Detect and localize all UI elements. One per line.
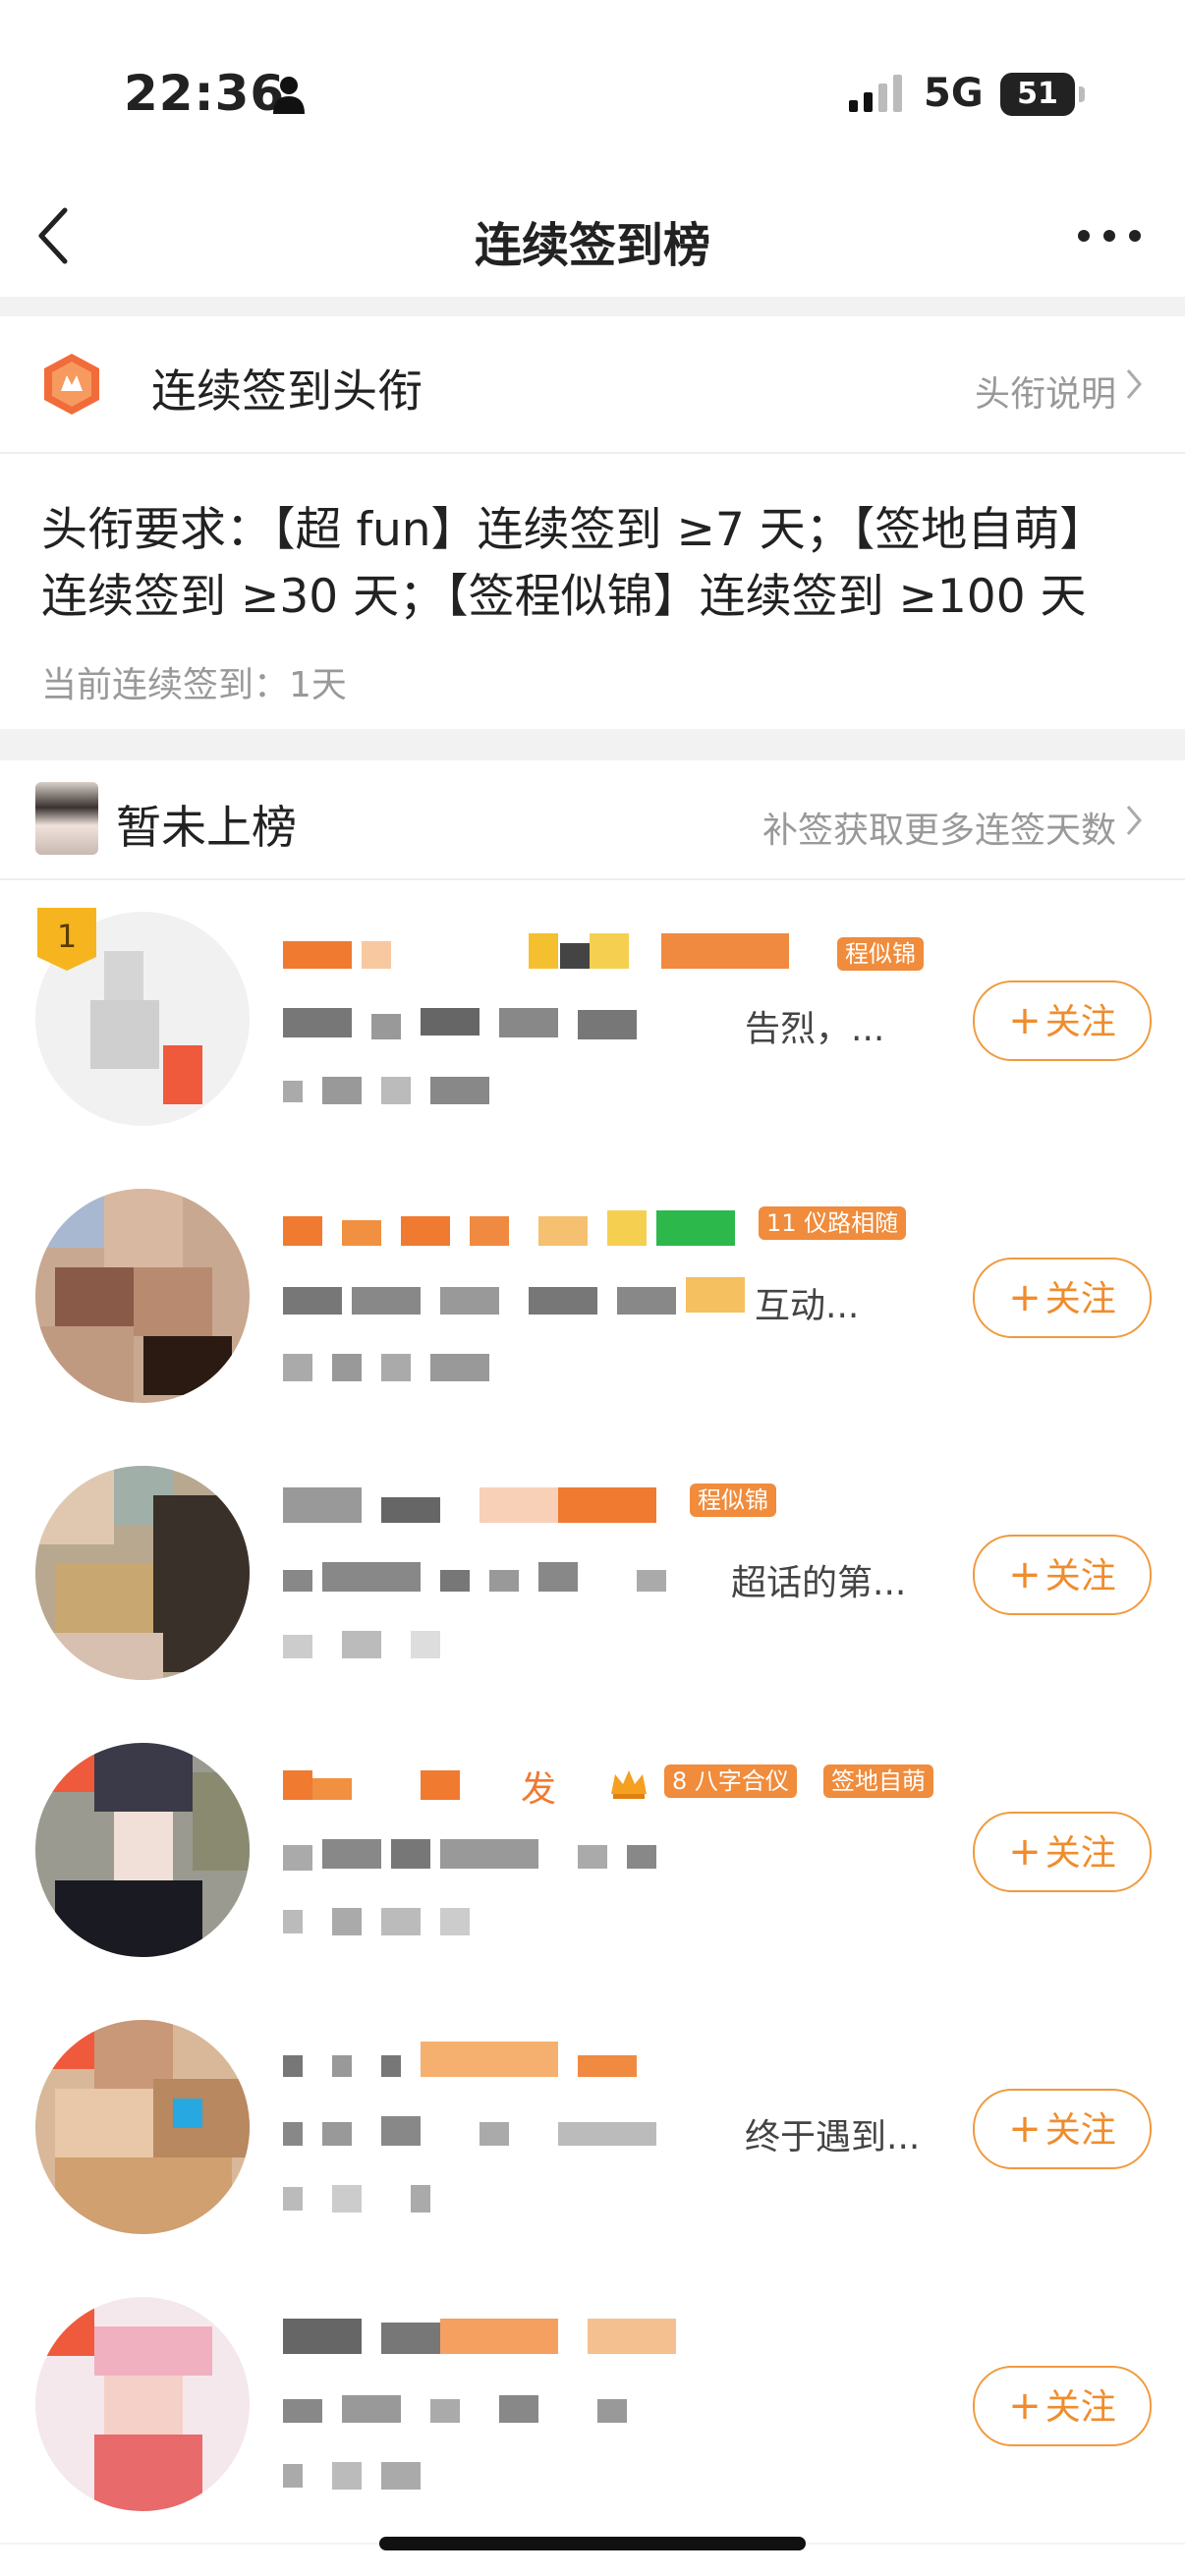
status-time: 22:36 — [124, 65, 286, 122]
user-name-blurred — [283, 1487, 922, 1527]
follow-button[interactable]: + 关注 — [973, 980, 1152, 1061]
network-label: 5G — [924, 71, 984, 116]
follow-button[interactable]: + 关注 — [973, 1258, 1152, 1338]
follow-button[interactable]: + 关注 — [973, 1535, 1152, 1615]
list-item[interactable]: 程似锦 超话的第... + 关注 — [0, 1434, 1185, 1713]
svg-text:1: 1 — [57, 918, 77, 955]
user-meta — [283, 2179, 578, 2218]
title-tag: 签地自萌 — [823, 1764, 933, 1798]
user-meta — [283, 2456, 578, 2495]
requirement-line-1: 头衔要求：【超 fun】连续签到 ≥7 天；【签地自萌】 — [41, 503, 1106, 557]
divider — [0, 297, 1185, 316]
divider — [0, 729, 1185, 760]
badge-icon — [44, 354, 99, 415]
follow-button[interactable]: + 关注 — [973, 2089, 1152, 2169]
battery-cap — [1079, 86, 1085, 102]
avatar — [35, 2020, 250, 2234]
battery-icon: 51 — [1000, 73, 1075, 116]
title-tag: 程似锦 — [690, 1484, 776, 1517]
follow-button[interactable]: + 关注 — [973, 2366, 1152, 2446]
chevron-right-icon — [1126, 369, 1142, 399]
title-tag: 程似锦 — [837, 937, 924, 971]
home-indicator[interactable] — [379, 2537, 806, 2550]
requirement-line-2: 连续签到 ≥30 天；【签程似锦】连续签到 ≥100 天 — [41, 570, 1087, 624]
user-desc — [283, 2385, 951, 2429]
avatar — [35, 1743, 250, 1957]
title-explain-link[interactable]: 头衔说明 — [975, 365, 1116, 417]
status-bar: 22:36 5G 51 — [0, 0, 1185, 177]
user-desc: 告烈，... — [283, 1000, 951, 1049]
crown-icon — [611, 1770, 647, 1799]
user-meta — [283, 1071, 578, 1110]
user-name-blurred — [283, 933, 922, 973]
level-tag: 11 仪路相随 — [759, 1206, 907, 1240]
signal-icon — [849, 75, 902, 112]
current-streak: 当前连续签到：1天 — [41, 665, 347, 705]
list-item[interactable]: 终于遇到... + 关注 — [0, 1988, 1185, 2268]
level-tag: 8 八字合仪 — [664, 1764, 797, 1798]
user-name-blurred — [283, 2319, 922, 2358]
section-title: 连续签到头衔 — [151, 364, 423, 418]
page-title: 连续签到榜 — [474, 218, 710, 273]
list-item[interactable]: 11 仪路相随 互动... + 关注 — [0, 1157, 1185, 1436]
rank-status: 暂未上榜 — [116, 801, 297, 854]
user-meta — [283, 1348, 578, 1387]
more-icon[interactable] — [1075, 226, 1144, 246]
user-desc — [283, 1831, 951, 1875]
requirement-block: 头衔要求：【超 fun】连续签到 ≥7 天；【签地自萌】 连续签到 ≥30 天；… — [0, 454, 1185, 729]
user-desc: 超话的第... — [283, 1554, 951, 1603]
title-section-header: 连续签到头衔 头衔说明 — [0, 316, 1185, 454]
list-item[interactable]: 发 8 八字合仪 签地自萌 + 关注 — [0, 1711, 1185, 1990]
requirement-text: 头衔要求：【超 fun】连续签到 ≥7 天；【签地自萌】 连续签到 ≥30 天；… — [41, 497, 1152, 631]
chevron-right-icon — [1126, 806, 1142, 835]
rank-badge-icon: 1 — [37, 908, 96, 971]
user-meta — [283, 1625, 578, 1664]
list-item[interactable]: + 关注 — [0, 2266, 1185, 2545]
person-icon — [273, 77, 305, 114]
user-meta — [283, 1902, 578, 1941]
supplement-link[interactable]: 补签获取更多连签天数 — [762, 802, 1116, 853]
user-name-blurred — [283, 2042, 922, 2081]
list-item[interactable]: 1 程似锦 告烈，... + 关注 — [0, 880, 1185, 1159]
avatar — [35, 1189, 250, 1403]
nav-bar: 连续签到榜 — [0, 177, 1185, 297]
user-desc: 互动... — [283, 1277, 951, 1326]
my-rank-row: 暂未上榜 补签获取更多连签天数 — [0, 760, 1185, 880]
avatar — [35, 782, 98, 855]
user-desc: 终于遇到... — [283, 2108, 951, 2157]
avatar — [35, 2297, 250, 2511]
follow-button[interactable]: + 关注 — [973, 1812, 1152, 1892]
avatar — [35, 1466, 250, 1680]
